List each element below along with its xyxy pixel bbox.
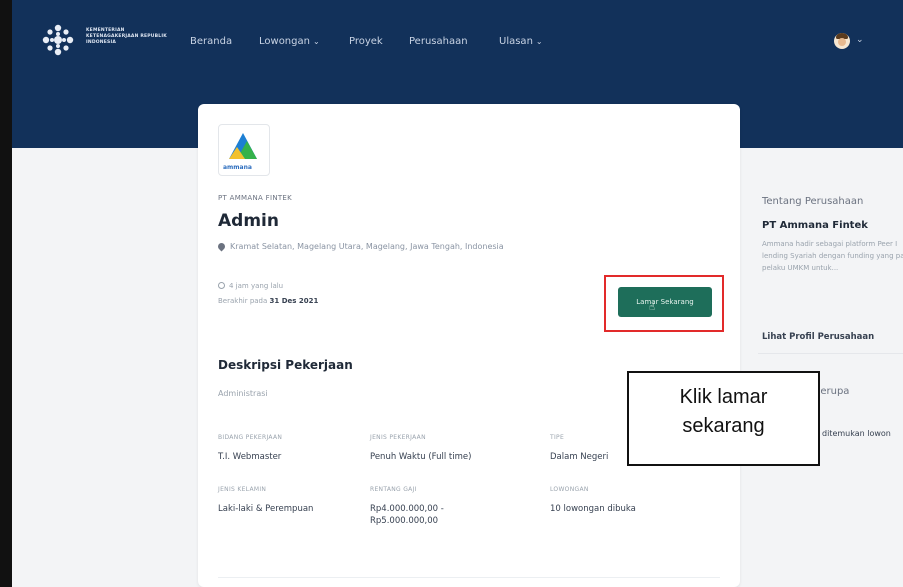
chevron-down-icon: ⌄ <box>535 37 543 46</box>
company-logo-text: ammana <box>223 164 252 171</box>
detail-label-job-type: JENIS PEKERJAAN <box>370 434 426 441</box>
nav-beranda[interactable]: Beranda <box>190 36 232 47</box>
detail-label-salary: RENTANG GAJI <box>370 486 417 493</box>
detail-label-gender: JENIS KELAMIN <box>218 486 267 493</box>
ministry-name: KEMENTERIAN KETENAGAKERJAAN REPUBLIK IND… <box>86 28 167 45</box>
deadline-date: 31 Des 2021 <box>269 297 319 305</box>
nav-lowongan[interactable]: Lowongan ⌄ <box>259 36 320 47</box>
callout-line-2: sekarang <box>682 415 765 437</box>
location-pin-icon <box>216 241 227 252</box>
deadline-prefix: Berakhir pada <box>218 297 268 305</box>
hand-cursor-icon: ☝ <box>649 302 656 313</box>
chevron-down-icon: ⌄ <box>312 37 320 46</box>
sidebar-company-name: PT Ammana Fintek <box>762 220 868 231</box>
sidebar-company-description: Ammana hadir sebagai platform Peer I len… <box>762 240 903 272</box>
clock-icon <box>218 282 225 289</box>
apply-now-button[interactable]: Lamar Sekarang <box>618 287 712 317</box>
detail-value-field: T.I. Webmaster <box>218 452 282 462</box>
posted-time: 4 jam yang lalu <box>218 282 283 290</box>
description-text: Administrasi <box>218 389 268 398</box>
about-company-heading: Tentang Perusahaan <box>762 196 864 207</box>
detail-value-salary: Rp4.000.000,00 - Rp5.000.000,00 <box>370 504 444 526</box>
job-location: Kramat Selatan, Magelang Utara, Magelang… <box>216 241 504 252</box>
instruction-callout: Klik lamar sekarang <box>627 371 820 466</box>
callout-line-1: Klik lamar <box>679 386 768 408</box>
company-name[interactable]: PT AMMANA FINTEK <box>218 194 292 202</box>
detail-label-field: BIDANG PEKERJAAN <box>218 434 283 441</box>
nav-proyek[interactable]: Proyek <box>349 36 383 47</box>
detail-value-gender: Laki-laki & Perempuan <box>218 504 314 514</box>
ammana-logo-icon <box>229 133 257 159</box>
chevron-down-icon[interactable]: ⌄ <box>856 35 864 45</box>
detail-value-job-type: Penuh Waktu (Full time) <box>370 452 472 462</box>
location-text: Kramat Selatan, Magelang Utara, Magelang… <box>230 242 504 251</box>
nav-perusahaan[interactable]: Perusahaan <box>409 36 468 47</box>
company-profile-link[interactable]: Lihat Profil Perusahaan <box>762 332 874 342</box>
detail-label-openings: LOWONGAN <box>550 486 589 493</box>
detail-label-type: TIPE <box>550 434 565 441</box>
nav-ulasan[interactable]: Ulasan ⌄ <box>499 36 543 47</box>
company-logo: ammana <box>218 124 270 176</box>
posted-text: 4 jam yang lalu <box>229 282 284 290</box>
company-sidebar: Tentang Perusahaan PT Ammana Fintek Amma… <box>744 148 903 587</box>
detail-value-type: Dalam Negeri <box>550 452 609 462</box>
description-heading: Deskripsi Pekerjaan <box>218 358 353 372</box>
ministry-logo-icon[interactable] <box>40 22 76 58</box>
divider <box>758 353 903 354</box>
job-title: Admin <box>218 211 279 231</box>
similar-jobs-empty-text: ditemukan lowon <box>822 429 891 438</box>
window-frame-edge <box>0 0 12 587</box>
divider <box>218 577 720 578</box>
job-detail-card: ammana PT AMMANA FINTEK Admin Kramat Sel… <box>198 104 740 587</box>
detail-value-openings: 10 lowongan dibuka <box>550 504 636 514</box>
user-avatar-icon[interactable] <box>834 33 850 49</box>
deadline: Berakhir pada 31 Des 2021 <box>218 297 318 305</box>
